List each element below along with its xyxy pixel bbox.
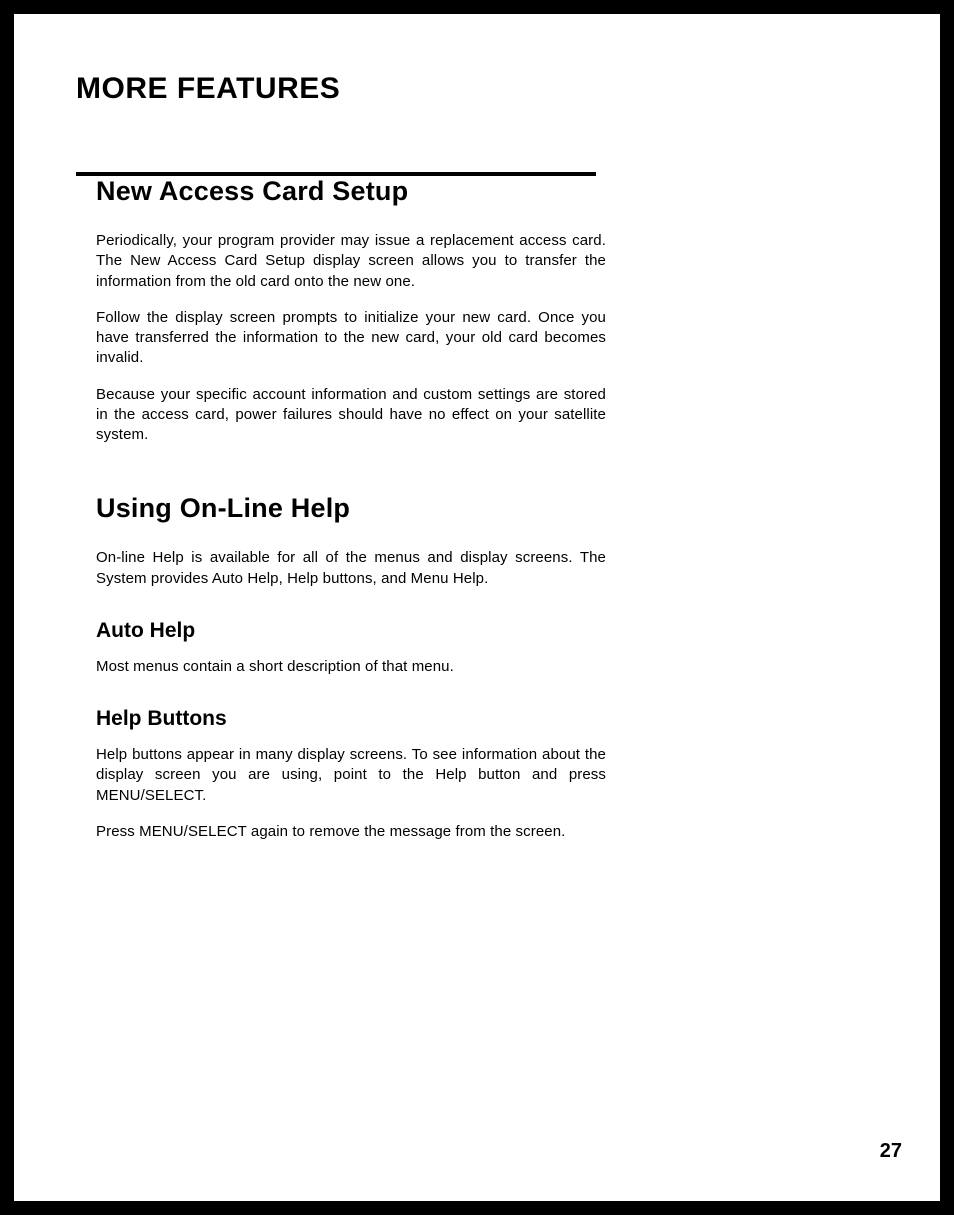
paragraph: On-line Help is available for all of the… — [96, 548, 606, 589]
page-title: MORE FEATURES — [76, 72, 878, 112]
section-heading-online-help: Using On-Line Help — [96, 493, 606, 524]
sub-heading-auto-help: Auto Help — [96, 619, 606, 643]
paragraph: Help buttons appear in many display scre… — [96, 745, 606, 806]
page-content: New Access Card Setup Periodically, your… — [96, 176, 606, 842]
document-page: MORE FEATURES New Access Card Setup Peri… — [14, 14, 940, 1201]
page-header: MORE FEATURES — [76, 72, 878, 176]
page-number: 27 — [880, 1140, 902, 1163]
paragraph: Press MENU/SELECT again to remove the me… — [96, 822, 606, 842]
paragraph: Most menus contain a short description o… — [96, 657, 606, 677]
sub-heading-help-buttons: Help Buttons — [96, 707, 606, 731]
section-heading-new-access-card: New Access Card Setup — [96, 176, 606, 207]
paragraph: Periodically, your program provider may … — [96, 231, 606, 292]
paragraph: Follow the display screen prompts to ini… — [96, 308, 606, 369]
paragraph: Because your specific account informatio… — [96, 385, 606, 446]
